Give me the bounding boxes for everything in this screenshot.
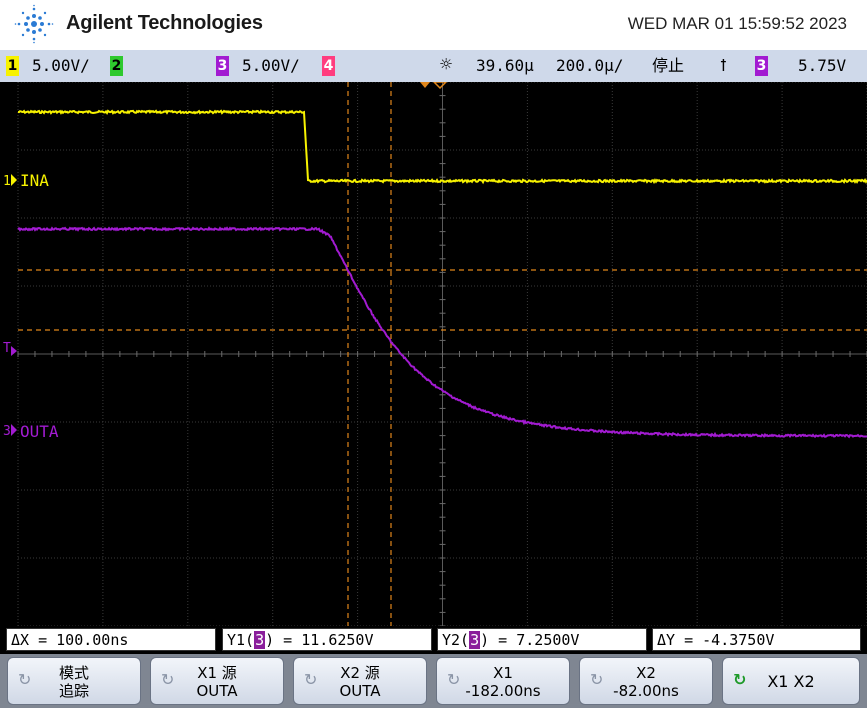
ch3-ground-marker[interactable]: 3 xyxy=(3,424,11,439)
scope-display[interactable]: 1 INA 3 OUTA T xyxy=(0,82,867,626)
agilent-logo xyxy=(14,4,54,44)
softkey-bar: ↻ 模式 追踪 ↻ X1 源 OUTA ↻ X2 源 OUTA ↻ X1 -18… xyxy=(0,654,867,708)
trigger-level-marker[interactable]: T xyxy=(3,341,11,356)
y1-readout: Y1(3) = 11.6250V xyxy=(222,628,432,651)
ch3-ground-arrow[interactable] xyxy=(11,424,17,436)
mode-softkey[interactable]: ↻ 模式 追踪 xyxy=(7,657,141,705)
x1-x2-softkey[interactable]: ↻ X1 X2 xyxy=(722,657,860,705)
delta-y-text: ΔY = -4.3750V xyxy=(657,631,775,649)
x2-source-softkey[interactable]: ↻ X2 源 OUTA xyxy=(293,657,427,705)
ch1-badge[interactable]: 1 xyxy=(6,56,19,76)
trigger-slope-icon: ꝉ xyxy=(720,56,727,75)
softkey-line2: -82.00ns xyxy=(613,682,679,700)
softkey-line1: X2 源 xyxy=(340,664,380,682)
sun-icon: ☼ xyxy=(440,52,453,76)
delay-reference-marker[interactable] xyxy=(432,82,448,90)
horizontal-delay: 39.60µ xyxy=(476,56,534,75)
delta-x-text: ΔX = 100.00ns xyxy=(11,631,129,649)
softkey-line2: OUTA xyxy=(196,682,238,700)
timebase: 200.0µ/ xyxy=(556,56,624,75)
y2-value: ) = 7.2500V xyxy=(480,631,580,649)
ch1-ground-marker[interactable]: 1 xyxy=(3,174,11,189)
y2-channel: 3 xyxy=(469,631,481,649)
trigger-source-badge[interactable]: 3 xyxy=(755,56,768,76)
ch1-scale: 5.00V/ xyxy=(32,56,90,75)
softkey-line2: OUTA xyxy=(339,682,381,700)
softkey-line2: 追踪 xyxy=(58,682,89,700)
trigger-level: 5.75V xyxy=(798,56,847,75)
ch1-ground-arrow[interactable] xyxy=(11,174,17,186)
x1-position-softkey[interactable]: ↻ X1 -182.00ns xyxy=(436,657,570,705)
softkey-label: X1 X2 xyxy=(767,672,815,691)
delta-y-readout: ΔY = -4.3750V xyxy=(652,628,861,651)
delta-x-readout: ΔX = 100.00ns xyxy=(6,628,216,651)
trigger-level-arrow[interactable] xyxy=(11,346,17,356)
y2-prefix: Y2( xyxy=(442,631,470,649)
trigger-position-marker[interactable] xyxy=(420,82,430,88)
softkey-line1: X1 源 xyxy=(197,664,237,682)
run-state: 停止 xyxy=(652,56,685,75)
ch3-label: OUTA xyxy=(20,422,59,441)
softkey-line1: X2 xyxy=(636,664,656,682)
softkey-line2: -182.00ns xyxy=(465,682,541,700)
ch3-badge[interactable]: 3 xyxy=(216,56,229,76)
x2-position-softkey[interactable]: ↻ X2 -82.00ns xyxy=(579,657,713,705)
y1-prefix: Y1( xyxy=(227,631,255,649)
ch2-badge[interactable]: 2 xyxy=(110,56,123,76)
softkey-line1: 模式 xyxy=(58,664,89,682)
softkey-line1: X1 xyxy=(493,664,513,682)
graticule xyxy=(17,82,867,626)
ch1-label: INA xyxy=(20,171,49,190)
ch3-scale: 5.00V/ xyxy=(242,56,300,75)
cursor-readout-bar: ΔX = 100.00ns Y1(3) = 11.6250V Y2(3) = 7… xyxy=(0,626,867,654)
brand-name: Agilent Technologies xyxy=(66,12,263,34)
datetime: WED MAR 01 15:59:52 2023 xyxy=(627,14,847,33)
ch4-badge[interactable]: 4 xyxy=(322,56,335,76)
status-bar: 1 5.00V/ 2 3 5.00V/ 4 ☼ 39.60µ 200.0µ/ 停… xyxy=(0,50,867,82)
y1-value: ) = 11.6250V xyxy=(265,631,374,649)
header-bar: Agilent Technologies WED MAR 01 15:59:52… xyxy=(0,0,867,50)
x1-source-softkey[interactable]: ↻ X1 源 OUTA xyxy=(150,657,284,705)
y1-channel: 3 xyxy=(254,631,266,649)
y2-readout: Y2(3) = 7.2500V xyxy=(437,628,647,651)
